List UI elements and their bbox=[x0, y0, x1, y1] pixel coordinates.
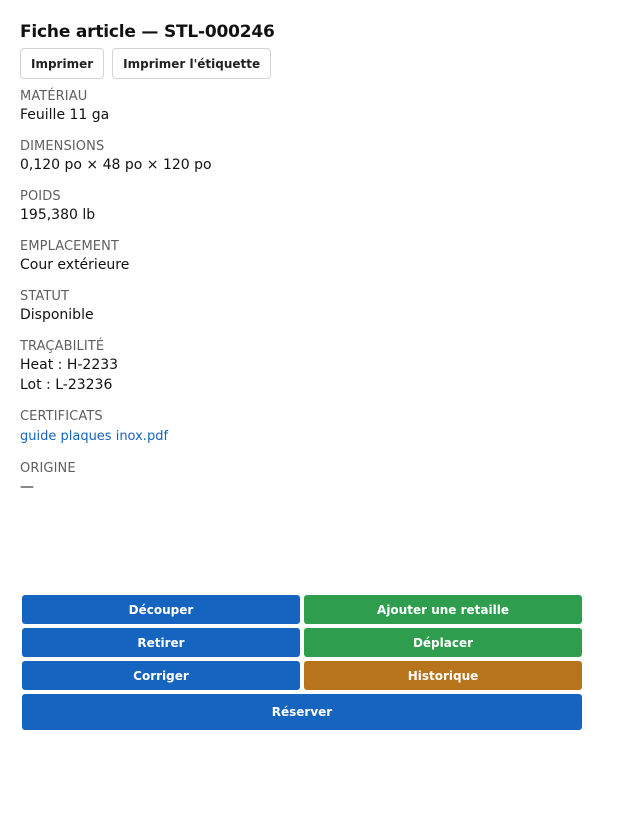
field-material: MATÉRIAU Feuille 11 ga bbox=[20, 88, 580, 125]
field-value: 0,120 po × 48 po × 120 po bbox=[20, 157, 212, 173]
field-traceability: TRAÇABILITÉ Heat : H-2233 Lot : L-23236 bbox=[20, 338, 580, 395]
certificate-link[interactable]: guide plaques inox.pdf bbox=[20, 429, 168, 444]
field-label: STATUT bbox=[20, 289, 70, 304]
cut-button[interactable]: Découper bbox=[22, 595, 300, 624]
correct-button[interactable]: Corriger bbox=[22, 661, 300, 690]
field-certificates: CERTIFICATS guide plaques inox.pdf bbox=[20, 408, 580, 447]
add-remnant-button[interactable]: Ajouter une retaille bbox=[304, 595, 582, 624]
field-label: EMPLACEMENT bbox=[20, 239, 119, 254]
field-label: CERTIFICATS bbox=[20, 409, 103, 424]
field-location: EMPLACEMENT Cour extérieure bbox=[20, 238, 580, 275]
field-value: 195,380 lb bbox=[20, 207, 96, 223]
field-value: Feuille 11 ga bbox=[20, 107, 110, 123]
field-value: Cour extérieure bbox=[20, 257, 130, 273]
print-label-button[interactable]: Imprimer l'étiquette bbox=[112, 48, 272, 79]
print-button[interactable]: Imprimer bbox=[20, 48, 105, 79]
field-value: — bbox=[20, 479, 34, 495]
page-title: Fiche article — STL-000246 bbox=[20, 22, 275, 42]
field-label: TRAÇABILITÉ bbox=[20, 339, 105, 354]
field-dimensions: DIMENSIONS 0,120 po × 48 po × 120 po bbox=[20, 138, 580, 175]
field-label: ORIGINE bbox=[20, 461, 76, 476]
field-label: POIDS bbox=[20, 189, 61, 204]
remove-button[interactable]: Retirer bbox=[22, 628, 300, 657]
item-details: MATÉRIAU Feuille 11 ga DIMENSIONS 0,120 … bbox=[20, 88, 580, 510]
action-buttons: Découper Ajouter une retaille Retirer Dé… bbox=[22, 595, 582, 730]
history-button[interactable]: Historique bbox=[304, 661, 582, 690]
lot-number: Lot : L-23236 bbox=[20, 377, 113, 393]
field-weight: POIDS 195,380 lb bbox=[20, 188, 580, 225]
move-button[interactable]: Déplacer bbox=[304, 628, 582, 657]
field-origin: ORIGINE — bbox=[20, 460, 580, 497]
heat-number: Heat : H-2233 bbox=[20, 357, 119, 373]
field-value: Disponible bbox=[20, 307, 94, 323]
field-label: MATÉRIAU bbox=[20, 89, 88, 104]
top-actions: Imprimer Imprimer l'étiquette bbox=[20, 48, 272, 79]
field-label: DIMENSIONS bbox=[20, 139, 105, 154]
field-status: STATUT Disponible bbox=[20, 288, 580, 325]
reserve-button[interactable]: Réserver bbox=[22, 694, 582, 730]
